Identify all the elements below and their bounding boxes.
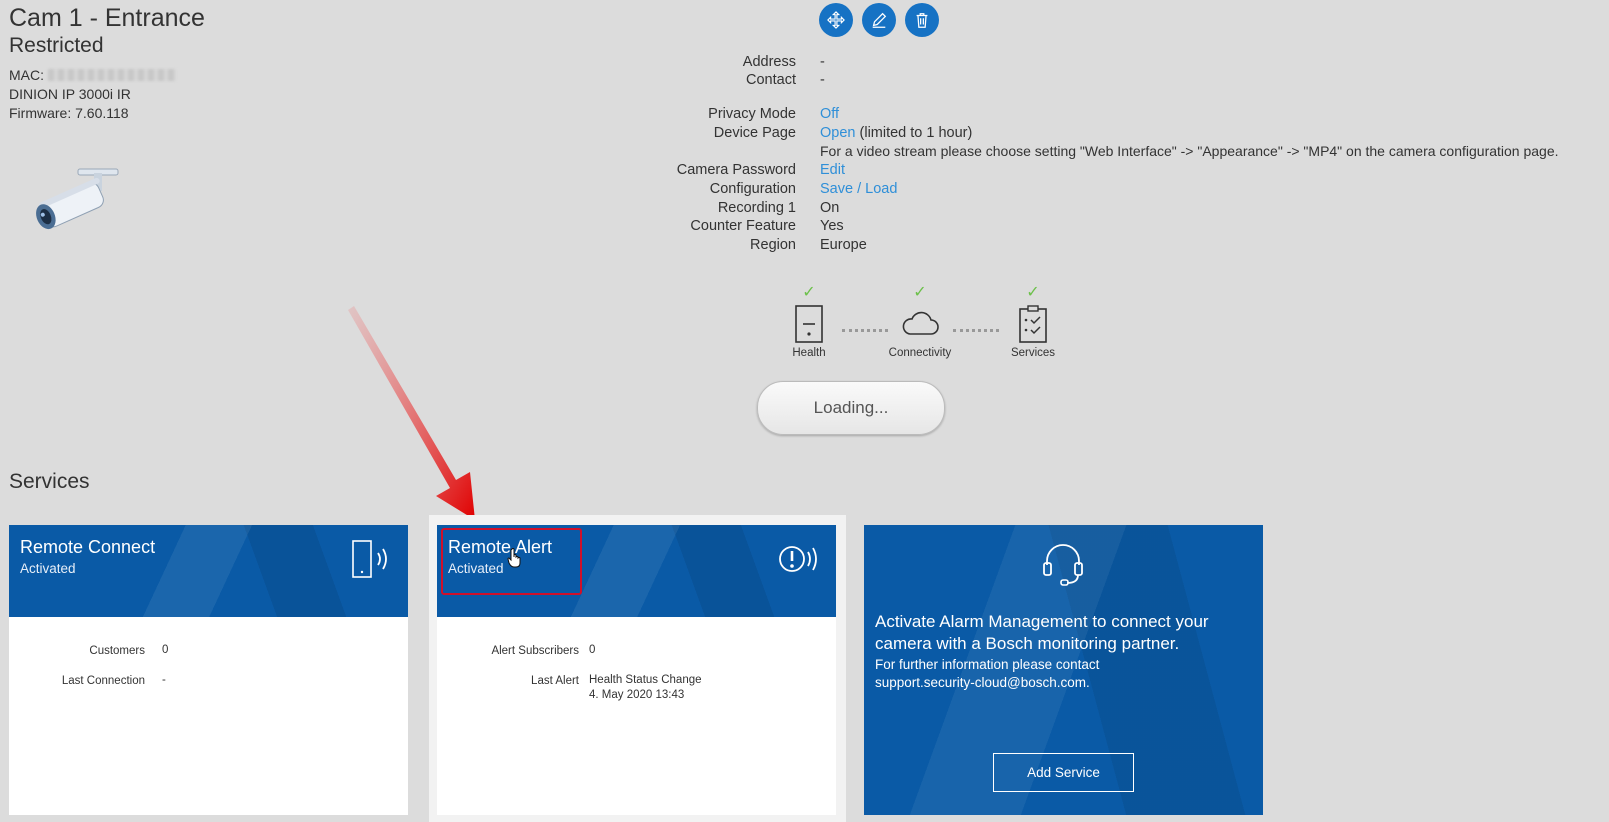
- contact-label: Contact: [746, 72, 796, 88]
- region-value: Europe: [820, 237, 867, 253]
- page-title: Cam 1 - Entrance: [9, 4, 205, 32]
- firmware-version: Firmware: 7.60.118: [9, 105, 129, 121]
- headset-icon: [1043, 544, 1083, 586]
- support-email: support.security-cloud@bosch.com.: [875, 675, 1090, 690]
- checklist-icon: [1019, 305, 1047, 343]
- camera-password-edit-link[interactable]: Edit: [820, 162, 845, 178]
- alert-subscribers-label: Alert Subscribers: [491, 645, 579, 657]
- trash-icon: [916, 13, 928, 28]
- alert-signal-icon: [779, 546, 817, 572]
- recording-label: Recording 1: [717, 200, 796, 216]
- configuration-label: Configuration: [709, 181, 796, 197]
- delete-button[interactable]: [905, 3, 939, 37]
- connectivity-status: ✓ Connectivity: [884, 282, 956, 359]
- alarm-info-text: For further information please contact: [875, 657, 1100, 672]
- connectivity-services-connector: [953, 329, 999, 332]
- video-stream-note: For a video stream please choose setting…: [820, 143, 1559, 159]
- mac-value-blurred: [48, 69, 176, 81]
- remote-connect-header: Remote Connect Activated: [9, 525, 408, 617]
- hand-cursor-icon: [507, 548, 521, 568]
- phone-signal-icon: [352, 540, 387, 578]
- last-connection-label: Last Connection: [61, 675, 145, 687]
- remote-connect-status: Activated: [20, 561, 76, 576]
- edit-button[interactable]: [862, 3, 896, 37]
- remote-connect-title: Remote Connect: [20, 537, 156, 557]
- move-button[interactable]: [819, 3, 853, 37]
- move-icon: [827, 11, 845, 29]
- red-arrow-annotation: [348, 306, 475, 520]
- device-page-note: (limited to 1 hour): [859, 125, 973, 141]
- alarm-contact-info: For further information please contact s…: [875, 656, 1260, 692]
- camera-password-label: Camera Password: [676, 162, 796, 178]
- customers-label: Customers: [89, 645, 145, 657]
- mac-address: MAC:: [9, 67, 176, 83]
- counter-feature-value: Yes: [820, 218, 844, 234]
- device-page-value: Open (limited to 1 hour): [820, 125, 972, 141]
- device-model: DINION IP 3000i IR: [9, 86, 131, 102]
- alarm-management-text: Activate Alarm Management to connect you…: [875, 612, 1209, 653]
- camera-icon: [30, 165, 122, 237]
- counter-feature-label: Counter Feature: [690, 218, 796, 234]
- remote-connect-card[interactable]: Remote Connect Activated Customers 0 Las…: [9, 525, 408, 815]
- last-alert-date: 4. May 2020 13:43: [589, 689, 685, 701]
- access-level: Restricted: [9, 34, 104, 57]
- address-value: -: [820, 54, 825, 70]
- health-connectivity-connector: [842, 329, 888, 332]
- contact-value: -: [820, 72, 825, 88]
- last-alert-value: Health Status Change 4. May 2020 13:43: [589, 673, 702, 703]
- pencil-icon: [872, 12, 887, 28]
- customers-value: 0: [162, 644, 169, 656]
- services-label: Services: [1010, 347, 1056, 359]
- address-label: Address: [742, 54, 796, 70]
- privacy-mode-label: Privacy Mode: [708, 106, 796, 122]
- last-connection-value: -: [162, 674, 166, 686]
- loading-button[interactable]: Loading...: [757, 381, 945, 435]
- last-alert-type: Health Status Change: [589, 674, 702, 686]
- alert-subscribers-value: 0: [589, 644, 596, 656]
- add-service-button[interactable]: Add Service: [993, 753, 1134, 792]
- connectivity-label: Connectivity: [888, 347, 952, 359]
- device-page-open-link[interactable]: Open: [820, 125, 855, 141]
- cloud-icon: [902, 311, 939, 335]
- health-icon: [795, 305, 823, 343]
- health-status: ✓ Health: [781, 282, 837, 359]
- health-check-icon: ✓: [802, 284, 816, 301]
- device-page-label: Device Page: [713, 125, 796, 141]
- last-alert-label: Last Alert: [531, 675, 579, 687]
- health-label: Health: [792, 347, 826, 359]
- privacy-mode-link[interactable]: Off: [820, 106, 839, 122]
- mac-label: MAC:: [9, 67, 44, 83]
- services-check-icon: ✓: [1026, 284, 1040, 301]
- configuration-save-load-link[interactable]: Save / Load: [820, 181, 897, 197]
- region-label: Region: [750, 237, 796, 253]
- connectivity-check-icon: ✓: [913, 284, 927, 301]
- recording-value: On: [820, 200, 840, 216]
- services-status: ✓ Services: [1005, 282, 1061, 359]
- services-heading: Services: [9, 470, 90, 493]
- alarm-management-card: Activate Alarm Management to connect you…: [864, 525, 1263, 815]
